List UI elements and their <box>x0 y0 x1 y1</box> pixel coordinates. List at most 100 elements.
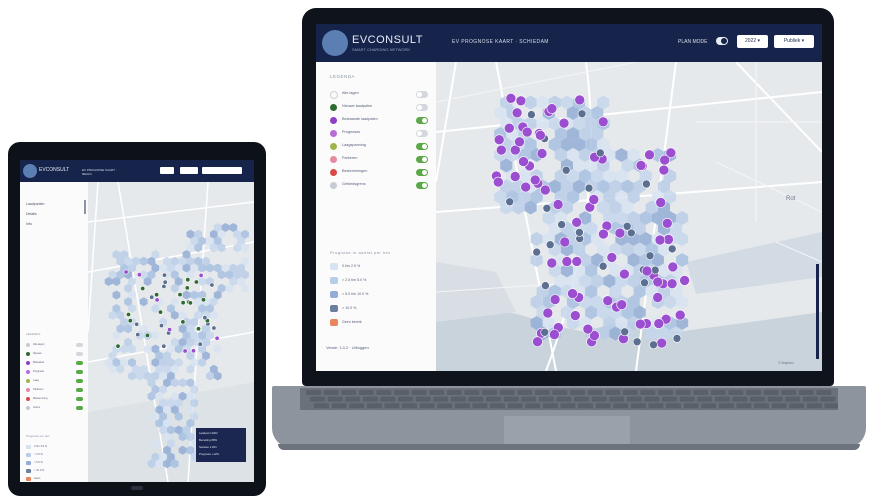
tablet-legend-item[interactable]: Laag <box>26 378 86 384</box>
charger-marker <box>154 297 160 303</box>
plan-mode-label: PLAN MODE <box>678 39 708 45</box>
keyboard-key <box>693 390 709 395</box>
keyboard-key <box>802 396 818 402</box>
charger-marker <box>640 278 649 287</box>
legend-toggle[interactable] <box>416 130 428 137</box>
year-select[interactable]: 2022 ▾ <box>737 35 768 48</box>
toggle-knob <box>417 131 422 136</box>
keyboard-key <box>683 403 699 409</box>
charger-marker <box>134 321 140 327</box>
map-hex <box>139 297 148 307</box>
charger-marker <box>180 300 186 306</box>
tablet-button-1[interactable] <box>160 167 174 174</box>
tablet-legend-item[interactable]: Prognose <box>26 369 86 375</box>
keyboard-key <box>595 403 611 409</box>
tablet-button-3[interactable] <box>202 167 242 174</box>
legend-swatch <box>330 143 337 150</box>
charger-marker <box>198 272 204 278</box>
publish-select[interactable]: Publiek ▾ <box>774 35 814 48</box>
legend-toggle[interactable] <box>416 104 428 111</box>
tablet-legend-item[interactable]: Parkeren <box>26 387 86 393</box>
legend-item[interactable]: Bestaande laadpalen <box>330 116 430 125</box>
map-hex <box>524 95 537 110</box>
tablet-category-item: > 5.0 % <box>26 460 86 466</box>
keyboard-key <box>358 390 374 395</box>
tablet-legend-item[interactable]: Grens <box>26 405 86 411</box>
keyboard-key <box>366 403 382 409</box>
legend-item[interactable]: Prognoses <box>330 129 430 138</box>
category-label: 0 t/m 2.5 % <box>342 264 361 268</box>
charger-marker <box>180 319 186 325</box>
map-hex <box>213 344 222 354</box>
legend-item[interactable]: Alle lagen <box>330 90 430 99</box>
keyboard-key <box>429 390 445 395</box>
legend-item[interactable]: Nieuwe laadpalen <box>330 103 430 112</box>
laptop-header: EVCONSULT SMART CHARGING NETWORK EV PROG… <box>316 24 822 62</box>
keyboard-key <box>630 403 646 409</box>
legend-toggle[interactable] <box>416 117 428 124</box>
keyboard-key <box>591 396 607 402</box>
category-swatch <box>26 461 31 465</box>
tablet-legend-item[interactable]: Bestemming <box>26 396 86 402</box>
category-label: 0 t/m 2.5 % <box>34 445 48 448</box>
tablet-button-2[interactable] <box>180 167 198 174</box>
legend-toggle[interactable] <box>76 406 83 410</box>
legend-swatch <box>330 156 337 163</box>
legend-toggle[interactable] <box>416 91 428 98</box>
map-view[interactable]: Rot <box>436 62 822 371</box>
legend-toggle[interactable] <box>76 361 83 365</box>
keyboard-key <box>384 403 400 409</box>
legend-swatch <box>26 397 30 401</box>
category-label: Geen bereik <box>342 320 362 324</box>
toggle-knob <box>417 92 422 97</box>
legend-toggle[interactable] <box>416 143 428 150</box>
version-text[interactable]: Versie: 1.0.2 · Uitloggen <box>326 345 369 350</box>
tablet-legend-item[interactable]: Nieuwe <box>26 351 86 357</box>
map-title: EV PROGNOSE KAART · SCHIEDAM <box>452 39 549 45</box>
panel-scrollbar[interactable] <box>84 200 86 214</box>
map-hex <box>530 232 543 246</box>
legend-toggle[interactable] <box>76 388 83 392</box>
charger-marker <box>584 183 594 193</box>
legend-toggle[interactable] <box>76 343 83 347</box>
legend-swatch <box>330 169 337 176</box>
legend-toggle[interactable] <box>416 169 428 176</box>
plan-mode-toggle[interactable] <box>716 37 728 45</box>
tablet-nav-item[interactable]: Laadpunten <box>26 202 45 206</box>
keyboard-key <box>728 390 744 395</box>
tablet-nav-item[interactable]: Info <box>26 222 32 226</box>
legend-toggle[interactable] <box>76 352 83 356</box>
keyboard-key <box>820 396 836 402</box>
keyboard-key <box>644 396 660 402</box>
legend-item[interactable]: Gebiedsgrens <box>330 181 430 190</box>
map-scrollbar[interactable] <box>816 264 819 359</box>
map-canvas[interactable]: Rot <box>436 62 822 371</box>
legend-toggle[interactable] <box>76 370 83 374</box>
legend-item[interactable]: Bestemmingen <box>330 168 430 177</box>
charger-marker <box>509 171 521 182</box>
legend-toggle[interactable] <box>76 379 83 383</box>
tablet-legend-item[interactable]: Bestaand <box>26 360 86 366</box>
legend-label: Bestemmingen <box>342 169 368 173</box>
keyboard-key <box>556 396 572 402</box>
tablet-nav-item[interactable]: Details <box>26 212 37 216</box>
legend-toggle[interactable] <box>416 182 428 189</box>
legend-item[interactable]: Laagspanning <box>330 142 430 151</box>
charger-marker <box>656 337 667 349</box>
legend-label: Gebiedsgrens <box>342 182 366 186</box>
charger-marker <box>182 348 188 354</box>
charger-marker <box>645 251 655 261</box>
charger-marker <box>211 325 217 331</box>
toggle-knob <box>422 170 427 175</box>
tablet-legend-item[interactable]: Alle lagen <box>26 342 86 348</box>
category-swatch <box>330 305 338 312</box>
legend-label: Parkeren <box>33 388 44 391</box>
keyboard-key <box>349 403 365 409</box>
keyboard-key <box>314 403 329 409</box>
legend-toggle[interactable] <box>76 397 83 401</box>
charger-marker <box>162 272 168 278</box>
legend-toggle[interactable] <box>416 156 428 163</box>
legend-item[interactable]: Parkeren <box>330 155 430 164</box>
charger-marker <box>185 277 191 283</box>
charger-marker <box>606 252 618 263</box>
